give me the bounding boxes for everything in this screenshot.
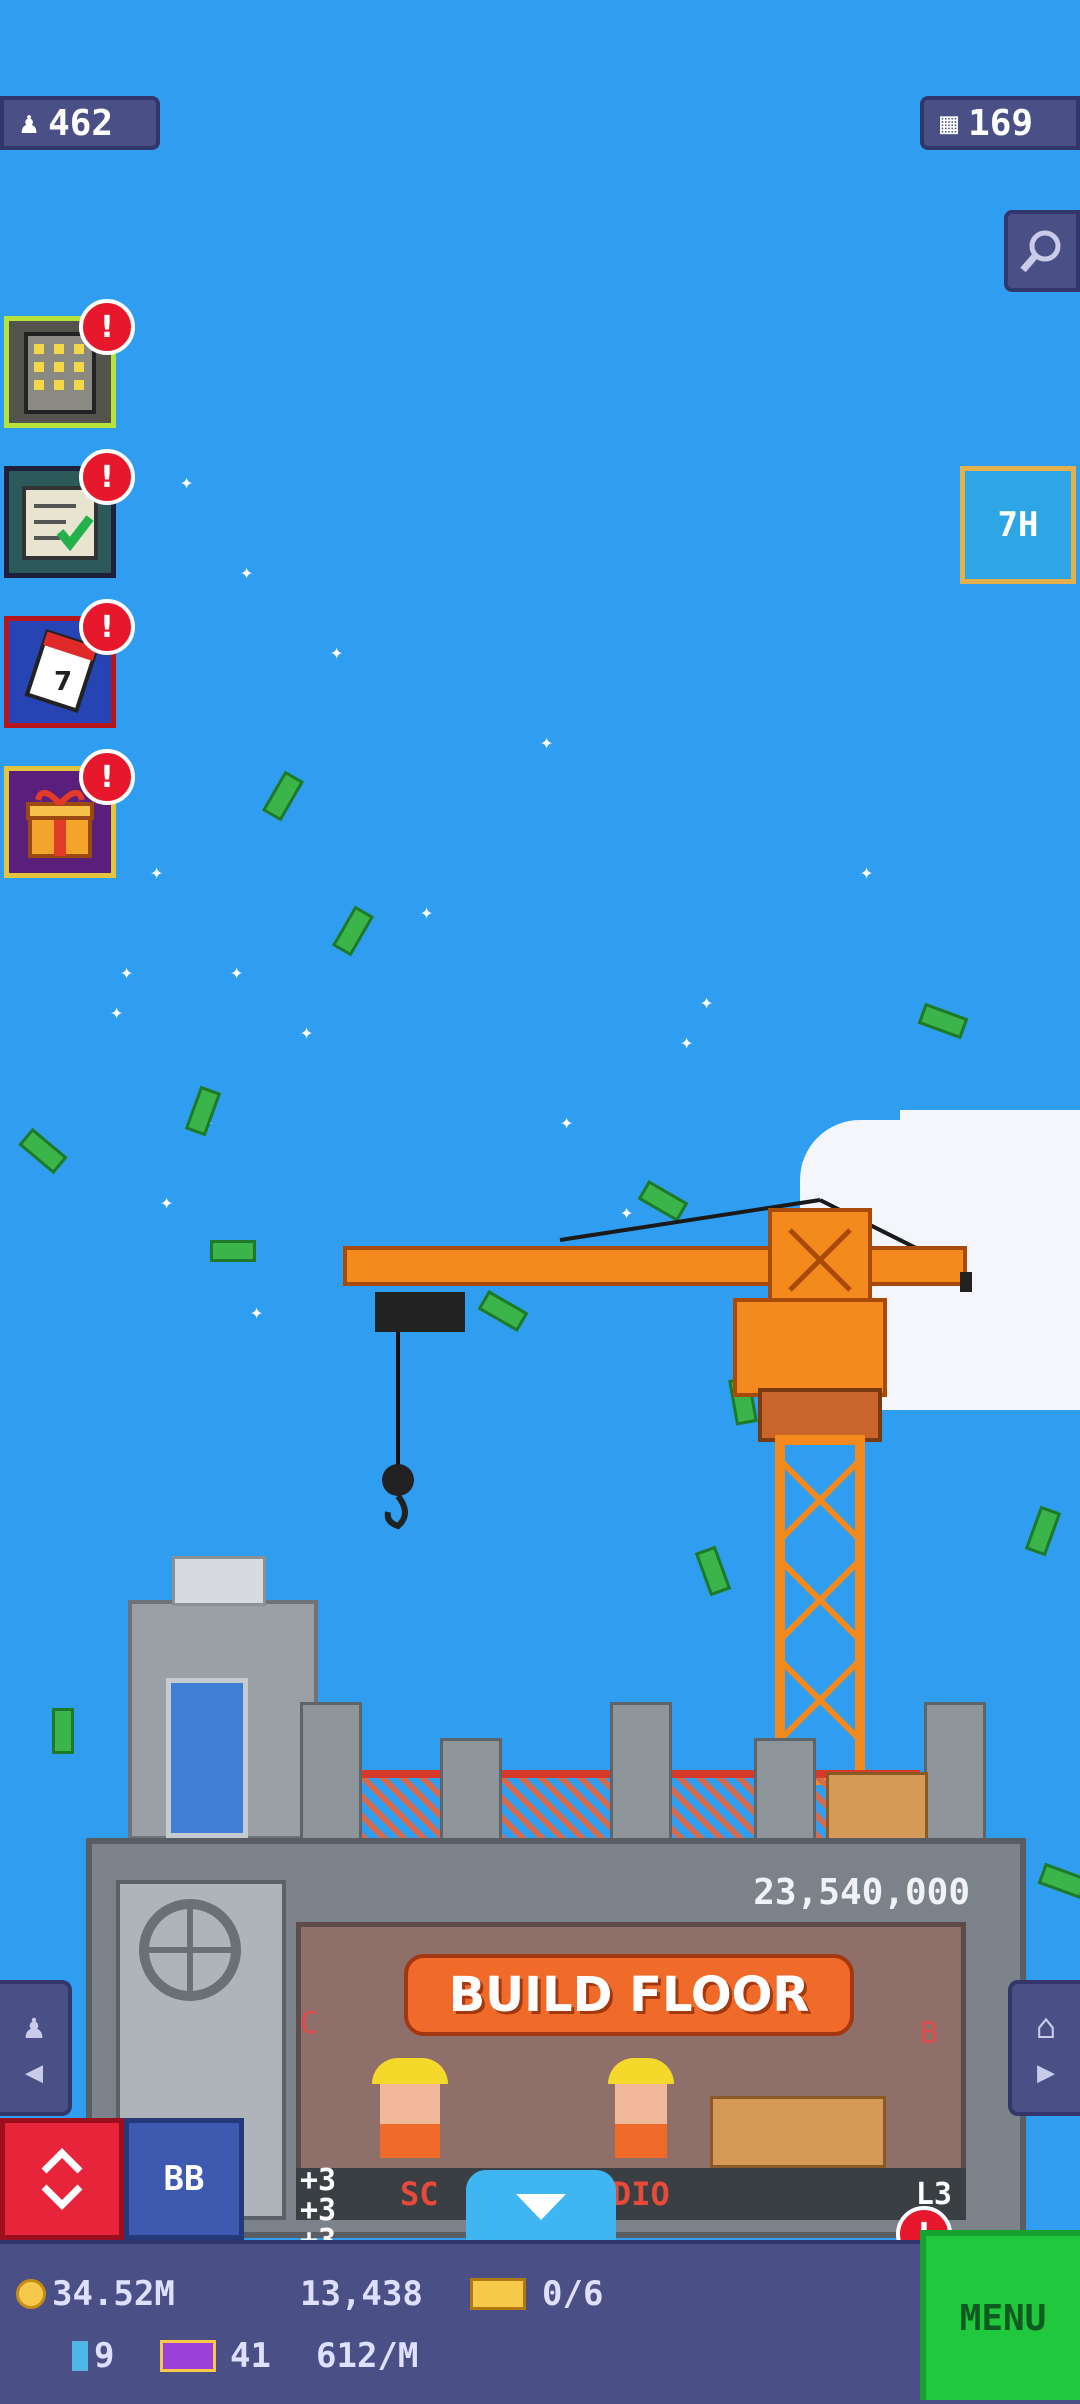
- left-nav-button[interactable]: ♟ ◀: [0, 1980, 72, 2116]
- build-cost: 23,540,000: [753, 1872, 970, 1913]
- coins-stat[interactable]: 34.52M: [16, 2274, 175, 2314]
- vip-icon: [160, 2340, 216, 2372]
- bux-value: 13,438: [300, 2274, 423, 2314]
- bottom-status-bar: 34.52M 13,438 0/6 9 41 612/M: [0, 2240, 1080, 2404]
- alert-badge: !: [79, 299, 135, 355]
- bitizen-label: BB: [163, 2159, 205, 2199]
- bitizen-button[interactable]: BB: [124, 2118, 244, 2240]
- roof-pillar: [610, 1702, 672, 1848]
- coins-value: 34.52M: [52, 2274, 175, 2314]
- roof-pillar: [924, 1702, 986, 1848]
- menu-label: MENU: [959, 2297, 1047, 2339]
- crate: [710, 2096, 886, 2168]
- ticket-icon: [72, 2341, 88, 2371]
- home-icon: ⌂: [1035, 2006, 1057, 2047]
- timer-button[interactable]: 7H: [960, 466, 1076, 584]
- magnifier-icon: [1020, 230, 1061, 273]
- calendar-button[interactable]: 7 !: [4, 599, 135, 728]
- coin-icon: [16, 2279, 46, 2309]
- svg-text:7: 7: [54, 667, 72, 697]
- person-icon: ♟: [23, 2006, 45, 2047]
- bux-stat[interactable]: 13,438: [300, 2274, 423, 2314]
- income-value: 612/M: [316, 2336, 419, 2376]
- golden-ticket-value: 0/6: [542, 2274, 604, 2314]
- floor-letter-right: B: [920, 2016, 939, 2051]
- timer-label: 7H: [997, 505, 1039, 545]
- up-down-arrows-icon: [41, 2148, 83, 2210]
- person-icon: ♟: [20, 105, 39, 141]
- worker: [372, 2058, 448, 2158]
- elevator-button[interactable]: [0, 2118, 124, 2240]
- popup-bonus-2: +3: [300, 2193, 337, 2228]
- zoom-button[interactable]: [1004, 210, 1080, 292]
- golden-ticket-stat[interactable]: 0/6: [470, 2274, 603, 2314]
- crane: [343, 1198, 972, 1785]
- tickets-stat[interactable]: 9: [72, 2336, 114, 2376]
- income-stat: 612/M: [316, 2336, 418, 2376]
- arrow-right-icon: ▶: [1036, 2054, 1056, 2090]
- rooftop-door[interactable]: [166, 1678, 248, 1838]
- building-icon: ▦: [940, 105, 959, 141]
- arrow-left-icon: ◀: [24, 2054, 44, 2090]
- rooftop-vent: [172, 1556, 266, 1606]
- elevator-wheel: [139, 1899, 241, 2001]
- floors-value: 169: [968, 102, 1034, 144]
- residents-counter[interactable]: ♟ 462: [0, 96, 160, 150]
- tickets-value: 9: [94, 2336, 115, 2376]
- floor-letter-left: C: [300, 2006, 319, 2041]
- alert-badge: !: [79, 449, 135, 505]
- floor-label-bar: SC S STUDIO L3: [296, 2168, 966, 2220]
- golden-ticket-icon: [470, 2278, 526, 2310]
- missions-button[interactable]: !: [4, 449, 135, 578]
- vip-value: 41: [230, 2336, 271, 2376]
- residents-value: 462: [48, 102, 114, 144]
- popup-bonus-1: +3: [300, 2163, 337, 2198]
- worker: [608, 2058, 674, 2158]
- build-floor-button[interactable]: BUILD FLOOR: [404, 1954, 854, 2036]
- gift-button[interactable]: !: [4, 749, 135, 878]
- chevron-down-icon: [516, 2194, 566, 2220]
- build-floor-label: BUILD FLOOR: [448, 1967, 810, 2023]
- floors-counter[interactable]: ▦ 169: [920, 96, 1080, 150]
- crate: [826, 1772, 928, 1844]
- collapse-button[interactable]: [466, 2170, 616, 2244]
- menu-button[interactable]: MENU: [920, 2230, 1080, 2400]
- vip-stat[interactable]: 41: [160, 2336, 271, 2376]
- roof-pillar: [754, 1738, 816, 1848]
- roof-pillar: [440, 1738, 502, 1848]
- alert-badge: !: [79, 599, 135, 655]
- roof-pillar: [300, 1702, 362, 1848]
- alert-badge: !: [79, 749, 135, 805]
- right-nav-button[interactable]: ⌂ ▶: [1008, 1980, 1080, 2116]
- tower-button[interactable]: !: [4, 299, 135, 428]
